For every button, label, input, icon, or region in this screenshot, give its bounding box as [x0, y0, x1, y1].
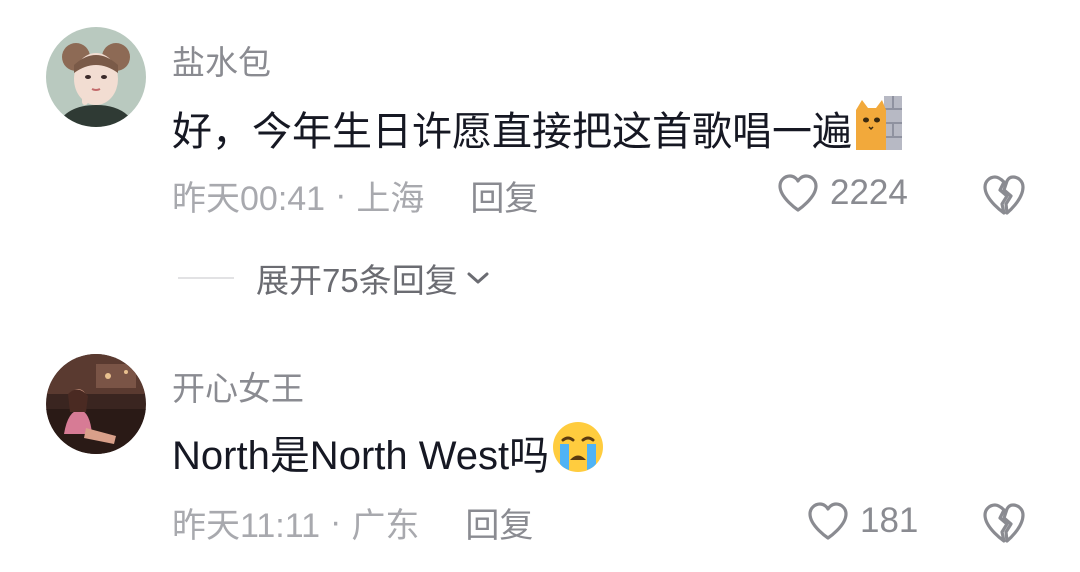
- avatar-image: [46, 27, 146, 127]
- comment-text-row: 好，今年生日许愿直接把这首歌唱一遍: [172, 96, 904, 156]
- comment-text: North是North West吗: [172, 434, 550, 478]
- expand-replies-button[interactable]: 展开75条回复: [178, 256, 490, 300]
- avatar[interactable]: [46, 27, 146, 127]
- separator: ·: [330, 502, 342, 541]
- like-count: 2224: [830, 173, 908, 212]
- timestamp: 昨天00:41: [172, 179, 326, 218]
- divider-line: [178, 277, 234, 279]
- like-count: 181: [860, 501, 919, 540]
- comment-item: 盐水包 好，今年生日许愿直接把这首歌唱一遍 昨天00:41 · 上海 回复 22…: [0, 0, 1080, 330]
- heart-icon: [776, 172, 820, 214]
- crying-face-icon: [551, 420, 605, 484]
- expand-replies-label: 展开75条回复: [256, 262, 458, 299]
- username[interactable]: 盐水包: [172, 36, 271, 84]
- reply-button[interactable]: 回复: [465, 498, 533, 547]
- dislike-button[interactable]: [980, 172, 1028, 220]
- chevron-down-icon: [466, 270, 490, 286]
- dislike-button[interactable]: [980, 500, 1028, 548]
- comment-meta: 昨天00:41 · 上海 回复: [172, 171, 538, 220]
- comment-item: 开心女王 North是North West吗 昨天11:11 · 广东 回复 1…: [0, 330, 1080, 572]
- heart-icon: [806, 500, 850, 542]
- like-button[interactable]: 181: [806, 500, 918, 542]
- comment-text-row: North是North West吗: [172, 422, 605, 480]
- separator: ·: [335, 175, 347, 214]
- location: 广东: [351, 506, 420, 545]
- comment-text: 好，今年生日许愿直接把这首歌唱一遍: [172, 110, 852, 154]
- reply-button[interactable]: 回复: [470, 171, 538, 220]
- cat-peeking-wall-icon: [854, 96, 904, 160]
- broken-heart-icon: [983, 503, 1025, 543]
- username[interactable]: 开心女王: [172, 362, 304, 410]
- avatar[interactable]: [46, 354, 146, 454]
- avatar-image: [46, 354, 146, 454]
- comment-meta: 昨天11:11 · 广东 回复: [172, 498, 533, 547]
- timestamp: 昨天11:11: [172, 506, 321, 545]
- like-button[interactable]: 2224: [776, 172, 908, 214]
- location: 上海: [356, 179, 425, 218]
- broken-heart-icon: [983, 175, 1025, 215]
